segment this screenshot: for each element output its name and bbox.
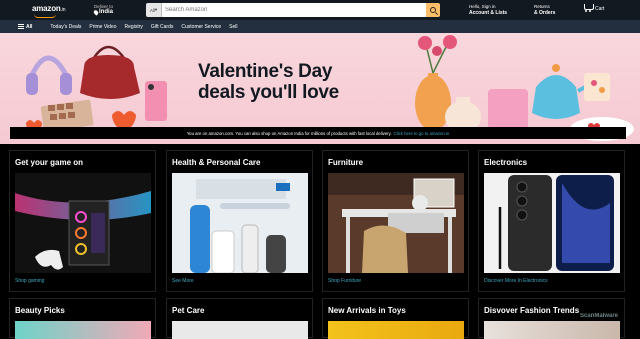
cart-icon <box>583 3 594 12</box>
hero-title-line2: deals you'll love <box>198 82 339 103</box>
watermark: ScanMalware <box>580 313 619 319</box>
top-navbar: amazon.in Deliver to India All▾ Hello, S… <box>0 0 640 20</box>
pet-care-image[interactable] <box>172 321 308 339</box>
card-link[interactable]: See More <box>172 278 194 284</box>
card-link[interactable]: Shop Furniture <box>328 278 361 284</box>
all-label: All <box>26 23 33 30</box>
region-notice: You are on amazon.com. You can also shop… <box>10 127 626 139</box>
toys-image[interactable] <box>328 321 464 339</box>
hamburger-icon <box>18 24 24 29</box>
deliver-to[interactable]: Deliver to India <box>92 4 114 16</box>
beauty-image[interactable] <box>15 321 151 339</box>
card-title: Disvover Fashion Trends <box>484 306 580 315</box>
search-category-select[interactable]: All ▾ <box>146 3 162 17</box>
furniture-image[interactable] <box>328 173 464 273</box>
hero-title-line1: Valentine's Day <box>198 61 333 82</box>
electronics-image[interactable] <box>484 173 620 273</box>
cart-button[interactable]: Cart <box>583 3 604 12</box>
card-pet-care[interactable]: Pet Care <box>166 298 313 339</box>
card-title: New Arrivals in Toys <box>328 306 406 315</box>
nav-link-todays-deals[interactable]: Today's Deals <box>50 24 81 30</box>
card-title: Get your game on <box>15 158 84 167</box>
nav-link-customer-service[interactable]: Customer Service <box>181 24 221 30</box>
nav-link-registry[interactable]: Registry <box>125 24 143 30</box>
nav-link-prime-video[interactable]: Prime Video <box>89 24 116 30</box>
card-health[interactable]: Health & Personal Care See More <box>166 150 313 292</box>
logo-text: amazon <box>32 4 61 13</box>
card-title: Furniture <box>328 158 364 167</box>
card-furniture[interactable]: Furniture Shop Furniture <box>322 150 469 292</box>
card-link[interactable]: Shop gaming <box>15 278 44 284</box>
account-menu[interactable]: Hello, Sign in Account & Lists <box>469 4 507 16</box>
card-title: Beauty Picks <box>15 306 65 315</box>
returns-orders[interactable]: Returns & Orders <box>534 4 555 16</box>
search-input[interactable] <box>162 3 426 17</box>
card-link[interactable]: Discover More In Electronics <box>484 278 548 284</box>
fashion-image[interactable] <box>484 321 620 339</box>
all-menu-button[interactable]: All <box>18 24 32 30</box>
card-title: Health & Personal Care <box>172 158 261 167</box>
orders-label: & Orders <box>534 10 556 16</box>
card-toys[interactable]: New Arrivals in Toys <box>322 298 469 339</box>
logo-tld: .in <box>60 7 66 13</box>
sub-navbar: All Today's Deals Prime Video Registry G… <box>0 20 640 33</box>
hero-title: Valentine's Day deals you'll love <box>198 61 339 103</box>
account-lists-label: Account & Lists <box>469 10 508 16</box>
card-gaming[interactable]: Get your game on Shop gaming <box>9 150 156 292</box>
nav-link-sell[interactable]: Sell <box>229 24 237 30</box>
health-image[interactable] <box>172 173 308 273</box>
card-beauty[interactable]: Beauty Picks <box>9 298 156 339</box>
deliver-location: India <box>99 8 114 15</box>
card-title: Electronics <box>484 158 528 167</box>
gaming-image[interactable] <box>15 173 151 273</box>
amazon-logo[interactable]: amazon.in <box>32 4 66 18</box>
search-category-label: All <box>149 7 155 13</box>
card-title: Pet Care <box>172 306 205 315</box>
search-bar: All ▾ <box>146 3 440 17</box>
nav-link-gift-cards[interactable]: Gift Cards <box>151 24 174 30</box>
notice-text: You are on amazon.com. You can also shop… <box>186 130 392 136</box>
smile-icon <box>34 14 56 18</box>
cart-label: Cart <box>595 6 605 12</box>
search-icon <box>430 7 436 13</box>
notice-link[interactable]: Click here to go to amazon.in <box>394 131 450 136</box>
search-button[interactable] <box>426 3 440 17</box>
card-electronics[interactable]: Electronics Discover More In Electronics <box>478 150 625 292</box>
